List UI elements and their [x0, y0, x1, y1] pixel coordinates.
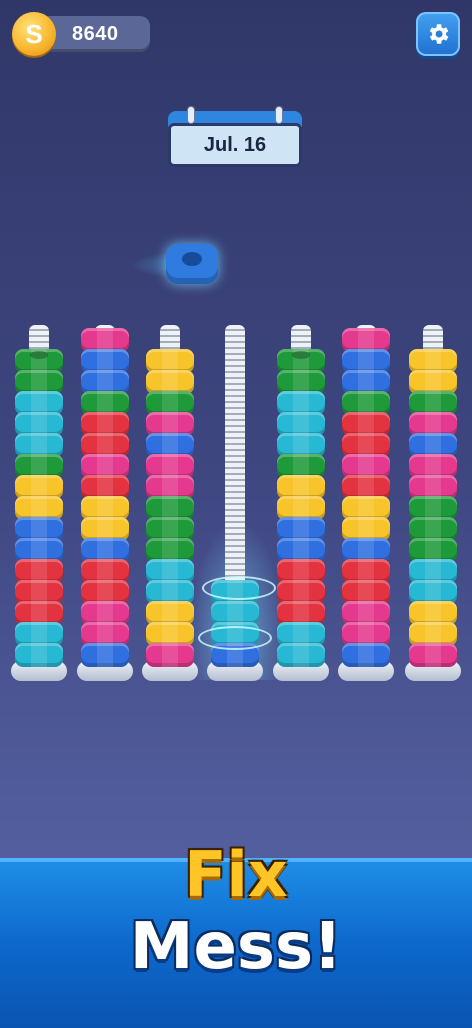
swirl-ring: [198, 626, 272, 650]
pole-6[interactable]: [338, 325, 394, 681]
nut-cap-hole: [30, 351, 48, 359]
pole-5[interactable]: [273, 325, 329, 681]
date-label: Jul. 16: [168, 123, 302, 167]
nut-cyan: [15, 643, 63, 667]
coin-count: 8640: [72, 23, 119, 45]
coin-symbol: S: [25, 18, 43, 49]
banner-title-fix: Fix: [184, 838, 288, 911]
flying-nut-hole: [182, 252, 202, 266]
nut-pink: [409, 643, 457, 667]
nut-blue: [81, 643, 129, 667]
nut-cyan: [277, 643, 325, 667]
coin-counter[interactable]: S 8640: [12, 12, 150, 56]
date-ring-left: [188, 107, 194, 123]
nut-cap-hole: [292, 351, 310, 359]
banner-title-mess: Mess!: [129, 910, 343, 984]
pole-2[interactable]: [77, 325, 133, 681]
pole-1[interactable]: [11, 325, 67, 681]
swirl-ring: [202, 576, 276, 600]
settings-button[interactable]: [416, 12, 460, 56]
gear-icon: [429, 24, 449, 44]
pole-7[interactable]: [405, 325, 461, 681]
coin-icon: S: [12, 12, 56, 56]
pole-3[interactable]: [142, 325, 198, 681]
nut-pink: [146, 643, 194, 667]
date-plaque: Jul. 16: [168, 107, 302, 167]
nut-blue: [342, 643, 390, 667]
date-ring-right: [276, 107, 282, 123]
flying-nut: [130, 240, 230, 290]
